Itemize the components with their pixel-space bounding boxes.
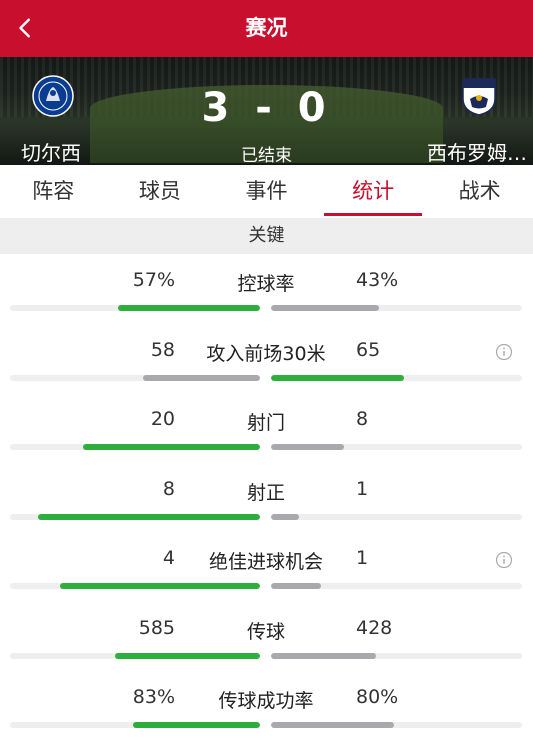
tab-tactics[interactable]: 战术 bbox=[426, 165, 533, 218]
away-bar-fill bbox=[271, 444, 344, 450]
stat-home-value: 57% bbox=[132, 269, 175, 291]
home-bar-fill bbox=[115, 652, 260, 659]
stat-away-value: 80% bbox=[356, 686, 399, 708]
home-bar-track bbox=[10, 374, 260, 381]
away-bar-fill bbox=[271, 583, 322, 589]
stat-away-value: 43% bbox=[356, 269, 399, 291]
stat-home-value: 58 bbox=[150, 338, 175, 361]
home-bar-fill bbox=[117, 305, 260, 311]
home-bar-fill bbox=[132, 722, 260, 728]
stat-away-value: 8 bbox=[356, 408, 369, 430]
home-bar-track bbox=[10, 652, 260, 659]
info-icon[interactable] bbox=[495, 343, 513, 361]
stats-list: 57% 控球率 43% 58 攻入前场30米 65 20 射门 8 8 射正 1… bbox=[0, 254, 533, 738]
away-bar-fill bbox=[271, 722, 394, 728]
stat-home-value: 585 bbox=[138, 616, 175, 639]
away-bar-track bbox=[271, 444, 522, 450]
tab-events[interactable]: 事件 bbox=[213, 165, 320, 218]
away-bar-track bbox=[271, 722, 522, 728]
stat-label: 传球 bbox=[246, 620, 285, 643]
away-bar-track bbox=[271, 374, 522, 381]
away-bar-fill bbox=[271, 305, 379, 311]
stat-label: 传球成功率 bbox=[218, 690, 314, 712]
stat-label: 控球率 bbox=[237, 273, 295, 295]
stat-row: 4 绝佳进球机会 1 bbox=[0, 532, 533, 602]
tab-stats[interactable]: 统计 bbox=[320, 165, 427, 218]
away-bar-fill bbox=[271, 513, 299, 520]
home-bar-track bbox=[10, 583, 260, 589]
stat-row: 57% 控球率 43% bbox=[0, 254, 533, 324]
home-bar-fill bbox=[82, 444, 260, 450]
tab-lineup[interactable]: 阵容 bbox=[0, 165, 107, 218]
away-bar-fill bbox=[271, 374, 405, 381]
stat-row: 585 传球 428 bbox=[0, 602, 533, 672]
stat-label: 绝佳进球机会 bbox=[208, 551, 323, 573]
home-bar-track bbox=[10, 722, 260, 728]
stat-row: 58 攻入前场30米 65 bbox=[0, 324, 533, 394]
stat-away-value: 1 bbox=[356, 547, 369, 569]
stat-label: 攻入前场30米 bbox=[206, 342, 326, 365]
stat-away-value: 65 bbox=[356, 338, 381, 361]
tab-players[interactable]: 球员 bbox=[107, 165, 214, 218]
away-bar-fill bbox=[271, 652, 377, 659]
tab-bar: 阵容 球员 事件 统计 战术 bbox=[0, 165, 533, 218]
home-bar-fill bbox=[37, 513, 260, 520]
stat-away-value: 1 bbox=[356, 477, 369, 500]
away-bar-track bbox=[271, 513, 522, 520]
away-bar-track bbox=[271, 652, 522, 659]
away-bar-track bbox=[271, 305, 522, 311]
stat-row: 83% 传球成功率 80% bbox=[0, 671, 533, 738]
stat-row: 8 射正 1 bbox=[0, 463, 533, 533]
home-bar-track bbox=[10, 444, 260, 450]
stat-row: 20 射门 8 bbox=[0, 393, 533, 463]
stat-label: 射门 bbox=[246, 412, 285, 434]
stat-home-value: 8 bbox=[162, 477, 175, 500]
stat-label: 射正 bbox=[246, 481, 285, 504]
match-score: 3 - 0 bbox=[201, 85, 332, 131]
away-bar-track bbox=[271, 583, 522, 589]
section-header-key: 关键 bbox=[0, 218, 533, 254]
stat-away-value: 428 bbox=[356, 616, 393, 639]
stat-home-value: 83% bbox=[132, 686, 175, 708]
home-bar-track bbox=[10, 513, 260, 520]
away-team-name[interactable]: 西布罗姆… bbox=[427, 137, 527, 165]
home-bar-track bbox=[10, 305, 260, 311]
top-bar: 赛况 bbox=[0, 0, 533, 57]
match-header: 切尔西 3 - 0 已结束 西布罗姆… bbox=[0, 57, 533, 165]
stat-home-value: 4 bbox=[162, 547, 175, 569]
page-title: 赛况 bbox=[245, 16, 288, 40]
home-bar-fill bbox=[60, 583, 260, 589]
info-icon[interactable] bbox=[495, 551, 513, 569]
stat-home-value: 20 bbox=[150, 408, 175, 430]
home-bar-fill bbox=[142, 374, 260, 381]
